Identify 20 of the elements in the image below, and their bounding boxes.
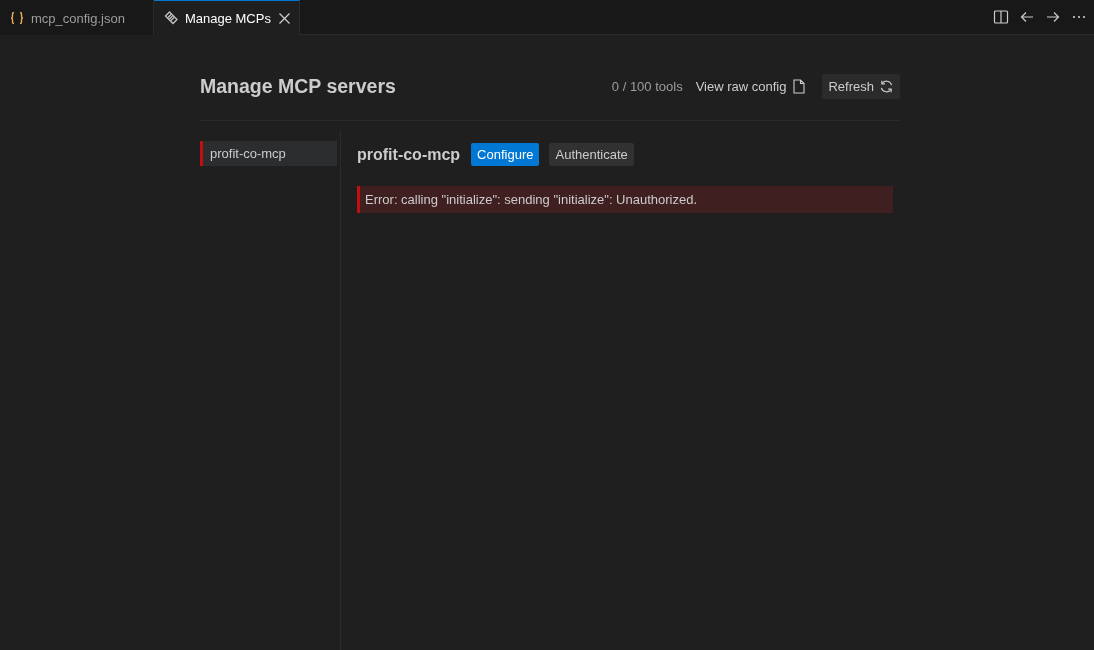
split-editor-icon[interactable] (993, 9, 1009, 25)
refresh-button[interactable]: Refresh (822, 74, 900, 99)
page-title: Manage MCP servers (200, 75, 397, 98)
tool-count: 0 / 100 tools (611, 79, 683, 94)
braces-icon (10, 11, 24, 25)
error-message: Error: calling "initialize": sending "initialize": Unauthorized. (357, 186, 893, 213)
editor-tab[interactable]: mcp_config.json (0, 0, 154, 35)
server-label: profit-co-mcp (210, 146, 286, 161)
configure-button[interactable]: Configure (471, 143, 540, 166)
back-arrow-icon[interactable] (1019, 9, 1035, 25)
view-raw-config-link[interactable]: View raw config (695, 79, 806, 94)
forward-arrow-icon[interactable] (1045, 9, 1061, 25)
refresh-icon (879, 79, 894, 94)
close-icon[interactable] (279, 12, 291, 24)
authenticate-button[interactable]: Authenticate (549, 143, 634, 166)
diamond-icon (163, 11, 178, 25)
server-name: profit-co-mcp (357, 145, 461, 164)
server-list-item[interactable]: profit-co-mcp (200, 141, 337, 166)
editor-tab[interactable]: Manage MCPs (153, 0, 300, 35)
file-icon (793, 79, 806, 94)
